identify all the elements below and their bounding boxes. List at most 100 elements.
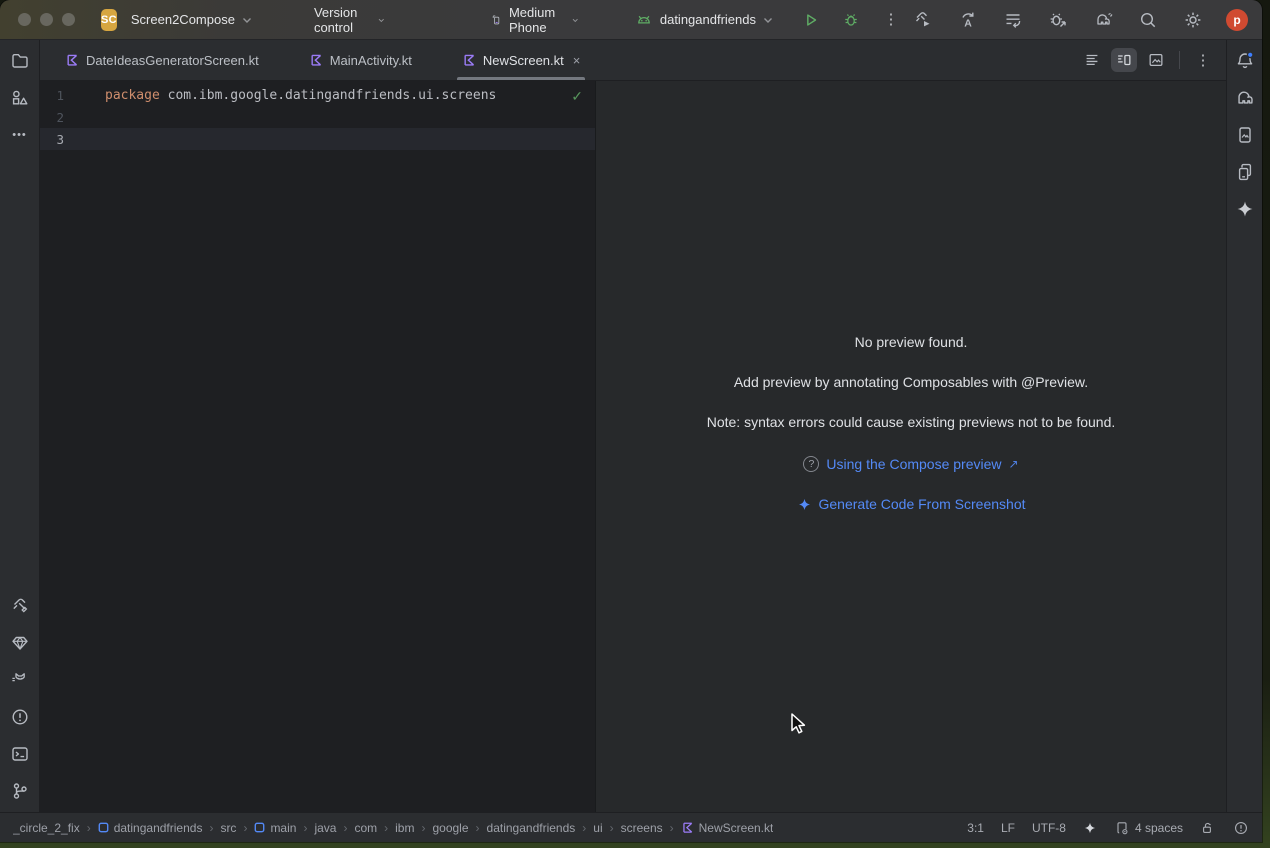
- version-control-tool-button[interactable]: [9, 780, 31, 802]
- breadcrumb-separator-icon: ›: [243, 821, 247, 835]
- build-button[interactable]: [911, 8, 935, 32]
- code-view-icon: [1083, 51, 1101, 69]
- tab-mainactivity[interactable]: MainActivity.kt: [298, 40, 423, 80]
- kotlin-file-icon: [309, 53, 323, 67]
- code-line[interactable]: 2: [40, 106, 595, 128]
- device-selector[interactable]: Medium Phone: [484, 1, 585, 39]
- breadcrumb-item[interactable]: datingandfriends: [98, 821, 203, 835]
- gemini-status-widget[interactable]: [1083, 821, 1097, 835]
- code-view-button[interactable]: [1079, 48, 1105, 72]
- inspections-ok-icon[interactable]: ✓: [571, 88, 583, 105]
- device-stream-button[interactable]: [1001, 8, 1025, 32]
- folder-icon: [10, 51, 30, 71]
- indent-settings-icon: [1114, 820, 1130, 836]
- breadcrumb-item[interactable]: java: [314, 821, 336, 835]
- minimize-window-button[interactable]: [40, 13, 53, 26]
- notifications-tool-button[interactable]: [1234, 50, 1256, 72]
- breadcrumb-separator-icon: ›: [209, 821, 213, 835]
- code-line-current[interactable]: 3: [40, 128, 595, 150]
- breadcrumb-item[interactable]: main: [254, 821, 296, 835]
- running-devices-tool-button[interactable]: [1234, 124, 1256, 146]
- indent-widget[interactable]: 4 spaces: [1114, 820, 1183, 836]
- line-number[interactable]: 2: [40, 110, 74, 125]
- breadcrumb-item[interactable]: datingandfriends: [487, 821, 576, 835]
- editor-options-button[interactable]: ⋮: [1190, 48, 1216, 72]
- inspections-widget[interactable]: [1233, 820, 1249, 836]
- gemini-tool-button[interactable]: [1234, 198, 1256, 220]
- app-quality-insights-tool-button[interactable]: [9, 632, 31, 654]
- design-view-icon: [1147, 51, 1165, 69]
- version-control-menu[interactable]: Version control: [308, 1, 390, 39]
- tab-label: DateIdeasGeneratorScreen.kt: [86, 53, 259, 68]
- close-window-button[interactable]: [18, 13, 31, 26]
- breadcrumb-label: datingandfriends: [487, 821, 576, 835]
- tab-newscreen[interactable]: NewScreen.kt ×: [451, 40, 592, 80]
- profile-avatar[interactable]: p: [1226, 9, 1248, 31]
- line-number[interactable]: 3: [40, 132, 74, 147]
- chevron-down-icon: [378, 17, 385, 24]
- apply-changes-button[interactable]: A: [956, 8, 980, 32]
- preview-message: Add preview by annotating Composables wi…: [596, 374, 1226, 390]
- split-view-button[interactable]: [1111, 48, 1137, 72]
- breadcrumb-label: ibm: [395, 821, 414, 835]
- device-manager-tool-button[interactable]: [1234, 161, 1256, 183]
- terminal-tool-button[interactable]: [9, 743, 31, 765]
- more-tool-windows-button[interactable]: •••: [9, 124, 31, 146]
- resource-manager-tool-button[interactable]: [9, 87, 31, 109]
- breadcrumb-item[interactable]: com: [354, 821, 377, 835]
- code-keyword: package: [105, 88, 160, 103]
- indent-label: 4 spaces: [1135, 821, 1183, 835]
- encoding-widget[interactable]: UTF-8: [1032, 821, 1066, 835]
- breadcrumb-label: src: [220, 821, 236, 835]
- close-tab-icon[interactable]: ×: [573, 53, 581, 68]
- logcat-tool-button[interactable]: [9, 669, 31, 691]
- breadcrumb-item[interactable]: src: [220, 821, 236, 835]
- project-tool-button[interactable]: [9, 50, 31, 72]
- preview-message: No preview found.: [596, 334, 1226, 350]
- generate-code-from-screenshot-link[interactable]: Generate Code From Screenshot: [797, 496, 1026, 512]
- breadcrumb-item[interactable]: screens: [621, 821, 663, 835]
- external-link-icon: ↗: [1009, 457, 1019, 471]
- device-selector-label: Medium Phone: [509, 5, 565, 35]
- write-access-widget[interactable]: [1200, 820, 1216, 836]
- breadcrumb-separator-icon: ›: [610, 821, 614, 835]
- line-separator-widget[interactable]: LF: [1001, 821, 1015, 835]
- breadcrumb-item[interactable]: _circle_2_fix: [13, 821, 80, 835]
- project-selector[interactable]: Screen2Compose: [125, 8, 258, 31]
- module-icon: [98, 822, 109, 833]
- run-button[interactable]: [799, 8, 823, 32]
- breadcrumb-item[interactable]: ui: [593, 821, 602, 835]
- more-actions-button[interactable]: ⋮: [879, 8, 903, 32]
- device-manager-icon: [1235, 162, 1255, 182]
- attach-debugger-button[interactable]: [1046, 8, 1070, 32]
- attach-debugger-icon: [1048, 10, 1068, 30]
- caret-position-widget[interactable]: 3:1: [967, 821, 984, 835]
- run-configuration-selector[interactable]: datingandfriends: [629, 7, 779, 33]
- design-view-button[interactable]: [1143, 48, 1169, 72]
- search-everywhere-button[interactable]: [1136, 8, 1160, 32]
- breadcrumb-separator-icon: ›: [670, 821, 674, 835]
- terminal-icon: [10, 744, 30, 764]
- code-line[interactable]: 1 package com.ibm.google.datingandfriend…: [40, 84, 595, 106]
- apply-changes-icon: A: [958, 10, 978, 30]
- gradle-tool-button[interactable]: [1234, 87, 1256, 109]
- settings-button[interactable]: [1181, 8, 1205, 32]
- breadcrumb-item-file[interactable]: NewScreen.kt: [681, 821, 774, 835]
- breadcrumb-separator-icon: ›: [476, 821, 480, 835]
- chevron-down-icon: [242, 17, 252, 24]
- build-tool-button[interactable]: [9, 595, 31, 617]
- maximize-window-button[interactable]: [62, 13, 75, 26]
- breadcrumb-item[interactable]: google: [432, 821, 468, 835]
- debug-button[interactable]: [839, 8, 863, 32]
- breadcrumb-separator-icon: ›: [87, 821, 91, 835]
- gem-icon: [10, 633, 30, 653]
- tab-dateideasgeneratorscreen[interactable]: DateIdeasGeneratorScreen.kt: [54, 40, 270, 80]
- breadcrumb-label: screens: [621, 821, 663, 835]
- line-number[interactable]: 1: [40, 88, 74, 103]
- breadcrumb-item[interactable]: ibm: [395, 821, 414, 835]
- problems-tool-button[interactable]: [9, 706, 31, 728]
- unlock-icon: [1200, 820, 1216, 836]
- gradle-sync-button[interactable]: [1091, 8, 1115, 32]
- code-editor[interactable]: 1 package com.ibm.google.datingandfriend…: [40, 81, 595, 812]
- compose-preview-help-link[interactable]: ? Using the Compose preview ↗: [803, 456, 1018, 472]
